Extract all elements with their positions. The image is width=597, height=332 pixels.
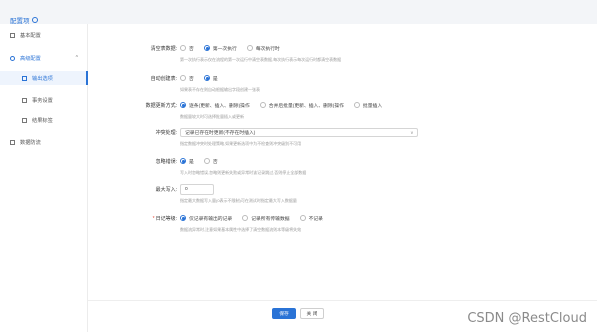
update-mode-row: 数据更新方式: 逐条(更新、插入、删除)操作 合并后批量(更新、插入、删除)操作… — [100, 100, 557, 110]
gear-icon[interactable] — [31, 17, 38, 23]
truncate-option-first[interactable]: 第一次执行 — [203, 45, 237, 52]
conflict-row: 冲突处理: 记录已存在时更新(不存在时插入) v — [100, 127, 557, 137]
conflict-hint: 指定数据冲突时处理策略,如果更新选项中为不检查则冲突级别不可用 — [180, 141, 302, 146]
grid-icon — [10, 32, 15, 38]
ignore-error-radio-group: 是 否 — [180, 158, 218, 165]
truncate-option-no[interactable]: 否 — [180, 45, 194, 52]
save-button[interactable]: 保存 — [272, 308, 296, 319]
grid-icon — [22, 117, 27, 123]
radio-checked-icon[interactable] — [180, 215, 186, 221]
update-mode-option-row[interactable]: 逐条(更新、插入、删除)操作 — [180, 102, 250, 109]
radio-icon[interactable] — [353, 102, 360, 108]
auto-create-option-yes[interactable]: 是 — [203, 75, 218, 82]
sidebar: 基本配置 高级配置 ^ 输出选项 事务设置 结果标签 数据防流 — [0, 24, 88, 332]
sidebar-item-basic[interactable]: 基本配置 — [0, 28, 88, 42]
auto-create-row: 自动创建表: 否 是 — [100, 73, 557, 83]
settings-icon — [10, 55, 15, 61]
max-write-row: 最大写入: 0 — [100, 183, 557, 195]
ignore-error-row: 忽略错误: 是 否 — [100, 156, 557, 166]
log-option-none[interactable]: 不记录 — [299, 215, 323, 222]
conflict-label: 冲突处理: — [155, 129, 177, 136]
radio-icon[interactable] — [242, 215, 249, 221]
log-level-hint: 数据流异常时,注意如果基本属性中选择了清空数据流则本等级将失效 — [180, 227, 302, 232]
truncate-row: 清空表数据: 否 第一次执行 每次执行时 — [100, 43, 557, 53]
radio-icon[interactable] — [259, 102, 266, 108]
watermark: CSDN @RestCloud — [467, 311, 587, 326]
update-mode-hint: 数据量较大时可选择批量插入或更新 — [180, 114, 244, 119]
truncate-label: 清空表数据: — [150, 45, 177, 52]
update-mode-option-batch[interactable]: 批量插入 — [353, 102, 382, 109]
auto-create-radio-group: 否 是 — [180, 75, 218, 82]
update-mode-radio-group: 逐条(更新、插入、删除)操作 合并后批量(更新、插入、删除)操作 批量插入 — [180, 102, 382, 109]
log-level-row: *日记等级: 仅记录有输出的记录 记录所有传输数据 不记录 — [100, 213, 557, 223]
sidebar-item-output[interactable]: 输出选项 — [0, 71, 88, 85]
auto-create-option-no[interactable]: 否 — [180, 75, 194, 82]
top-header-bar: 配置项 — [0, 0, 597, 25]
sidebar-item-result-tags[interactable]: 结果标签 — [0, 113, 88, 127]
radio-checked-icon[interactable] — [180, 102, 186, 108]
radio-icon[interactable] — [246, 45, 253, 51]
grid-icon — [22, 75, 27, 81]
radio-checked-icon[interactable] — [203, 45, 210, 51]
radio-icon[interactable] — [180, 75, 186, 81]
sidebar-item-data-guard[interactable]: 数据防流 — [0, 135, 88, 149]
ignore-error-option-no[interactable]: 否 — [203, 158, 218, 165]
max-write-input[interactable]: 0 — [180, 183, 214, 195]
chevron-up-icon: ^ — [75, 55, 78, 61]
conflict-select[interactable]: 记录已存在时更新(不存在时插入) v — [180, 127, 418, 137]
filter-icon — [10, 139, 15, 145]
grid-icon — [22, 97, 27, 103]
radio-checked-icon[interactable] — [203, 75, 210, 81]
sidebar-item-transaction[interactable]: 事务设置 — [0, 93, 88, 107]
close-button[interactable]: 关 闭 — [300, 308, 324, 319]
ignore-error-label: 忽略错误: — [155, 158, 177, 165]
auto-create-hint: 如果表不存在则自动根据输出字段创建一张表 — [180, 87, 260, 92]
max-write-label: 最大写入: — [155, 186, 177, 193]
ignore-error-hint: 写入时忽略错误,忽略则更新失败或异常时该记录跳过,否则停止全部数据 — [180, 170, 307, 175]
truncate-hint: 第一次执行表示仅在流程的第一次运行中清空表数据,每次执行表示每次运行时都清空表数… — [180, 57, 342, 62]
radio-checked-icon[interactable] — [180, 158, 186, 164]
chevron-down-icon: v — [410, 129, 413, 135]
radio-icon[interactable] — [203, 158, 210, 164]
update-mode-option-merge[interactable]: 合并后批量(更新、插入、删除)操作 — [259, 102, 344, 109]
radio-icon[interactable] — [299, 215, 306, 221]
ignore-error-option-yes[interactable]: 是 — [180, 158, 194, 165]
truncate-option-each[interactable]: 每次执行时 — [246, 45, 280, 52]
sidebar-item-advanced[interactable]: 高级配置 ^ — [0, 51, 88, 65]
log-level-radio-group: 仅记录有输出的记录 记录所有传输数据 不记录 — [180, 215, 323, 222]
max-write-hint: 指定最大数据写入量(0表示不限制)可在测试时指定最大写入数据量 — [180, 198, 297, 203]
truncate-radio-group: 否 第一次执行 每次执行时 — [180, 45, 280, 52]
log-level-label: *日记等级: — [152, 215, 177, 222]
radio-icon[interactable] — [180, 45, 186, 51]
log-option-all[interactable]: 记录所有传输数据 — [242, 215, 290, 222]
auto-create-label: 自动创建表: — [150, 75, 177, 82]
update-mode-label: 数据更新方式: — [145, 102, 177, 109]
log-option-output-only[interactable]: 仅记录有输出的记录 — [180, 215, 232, 222]
